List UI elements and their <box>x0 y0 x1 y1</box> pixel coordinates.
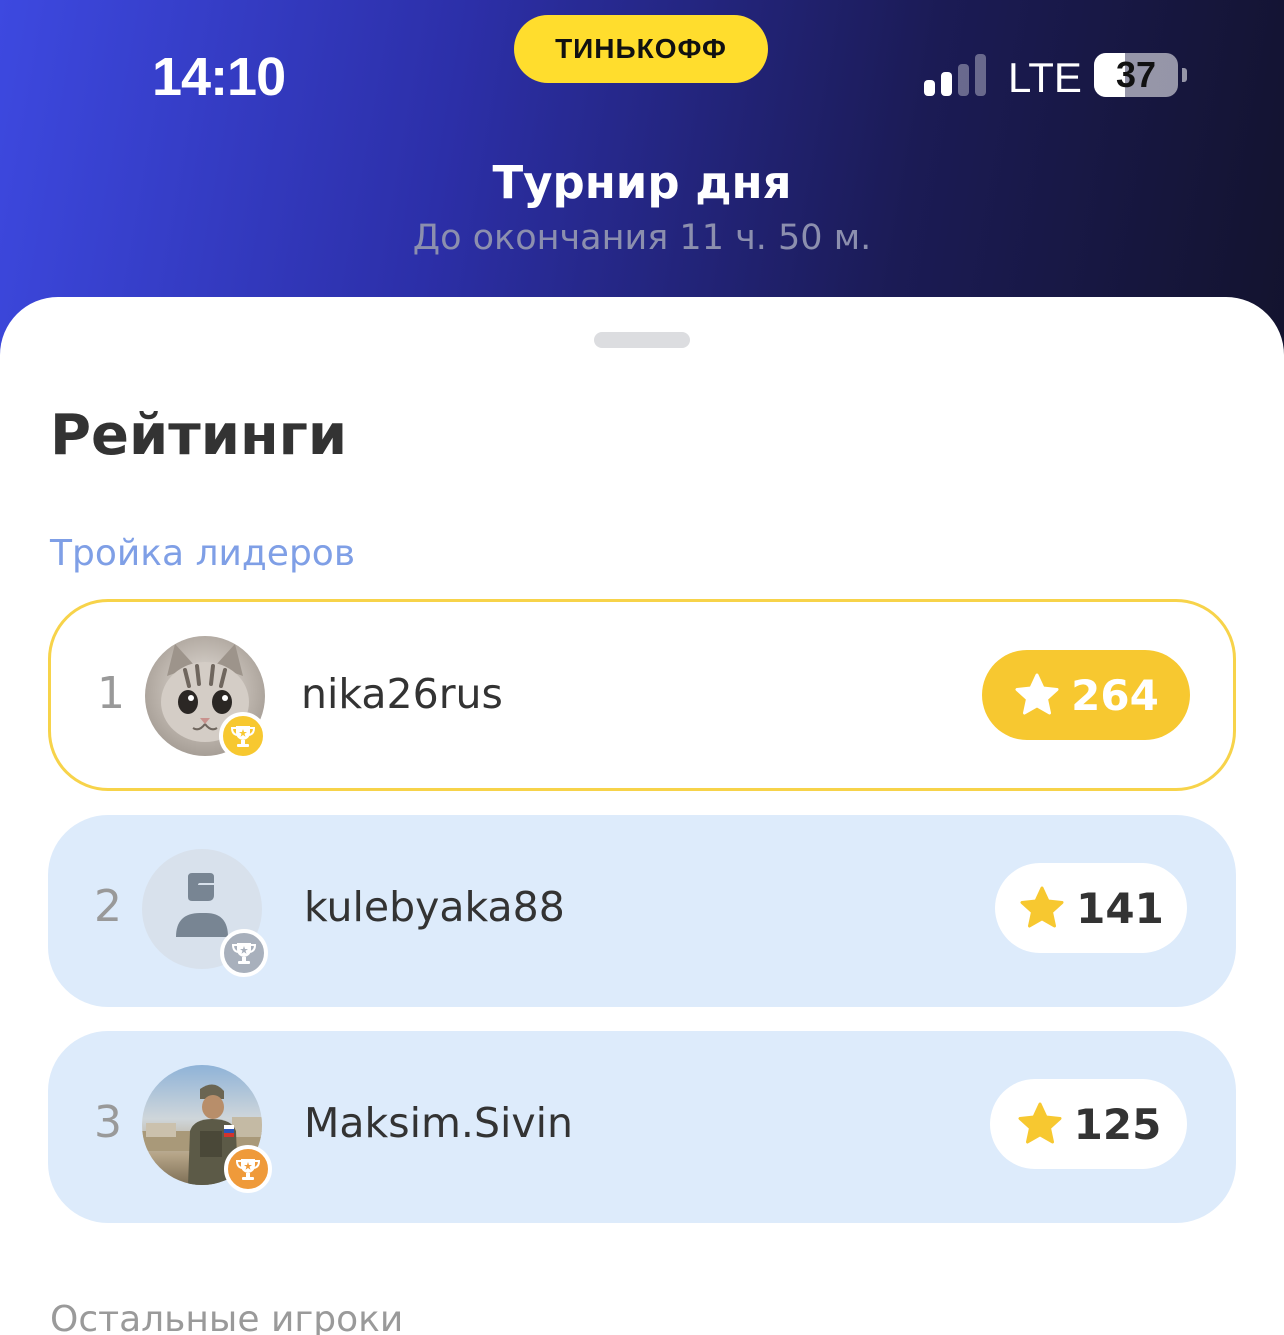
ratings-sheet: Рейтинги Тройка лидеров 1 nika26rus 264 … <box>0 297 1284 1335</box>
trophy-icon <box>219 712 267 760</box>
leader-row-2[interactable]: 2 kulebyaka88 141 <box>48 815 1236 1007</box>
time-remaining: До окончания 11 ч. 50 м. <box>412 218 872 258</box>
rank-number: 2 <box>94 881 122 932</box>
score-value: 125 <box>1073 1099 1162 1149</box>
player-username: nika26rus <box>301 670 503 718</box>
player-username: Maksim.Sivin <box>304 1099 574 1147</box>
rank-number: 3 <box>94 1097 122 1148</box>
status-time: 14:10 <box>152 47 286 107</box>
leaders-label: Тройка лидеров <box>50 533 356 574</box>
battery-tip <box>1182 68 1187 82</box>
battery-icon: 37 <box>1094 53 1178 97</box>
trophy-icon <box>220 929 268 977</box>
signal-icon <box>924 54 992 96</box>
ratings-title: Рейтинги <box>50 403 348 468</box>
page-title: Турнир дня <box>492 156 792 209</box>
score-badge: 264 <box>982 650 1190 740</box>
star-icon <box>1018 1102 1062 1144</box>
trophy-icon <box>224 1145 272 1193</box>
others-label: Остальные игроки <box>50 1299 404 1335</box>
brand-text: ТИНЬКОФФ <box>555 33 727 64</box>
sheet-grabber[interactable] <box>594 332 690 348</box>
star-icon <box>1020 886 1064 928</box>
score-badge: 125 <box>990 1079 1187 1169</box>
leader-row-3[interactable]: 3 Maksim.Sivin 125 <box>48 1031 1236 1223</box>
rank-number: 1 <box>97 668 125 719</box>
player-username: kulebyaka88 <box>304 883 565 931</box>
star-icon <box>1015 673 1059 715</box>
leader-row-1[interactable]: 1 nika26rus 264 <box>48 599 1236 791</box>
score-badge: 141 <box>995 863 1187 953</box>
network-type: LTE <box>1008 54 1082 101</box>
battery-level: 37 <box>1115 54 1157 95</box>
score-value: 264 <box>1071 670 1159 720</box>
score-value: 141 <box>1076 883 1164 933</box>
brand-badge: ТИНЬКОФФ <box>514 15 768 83</box>
